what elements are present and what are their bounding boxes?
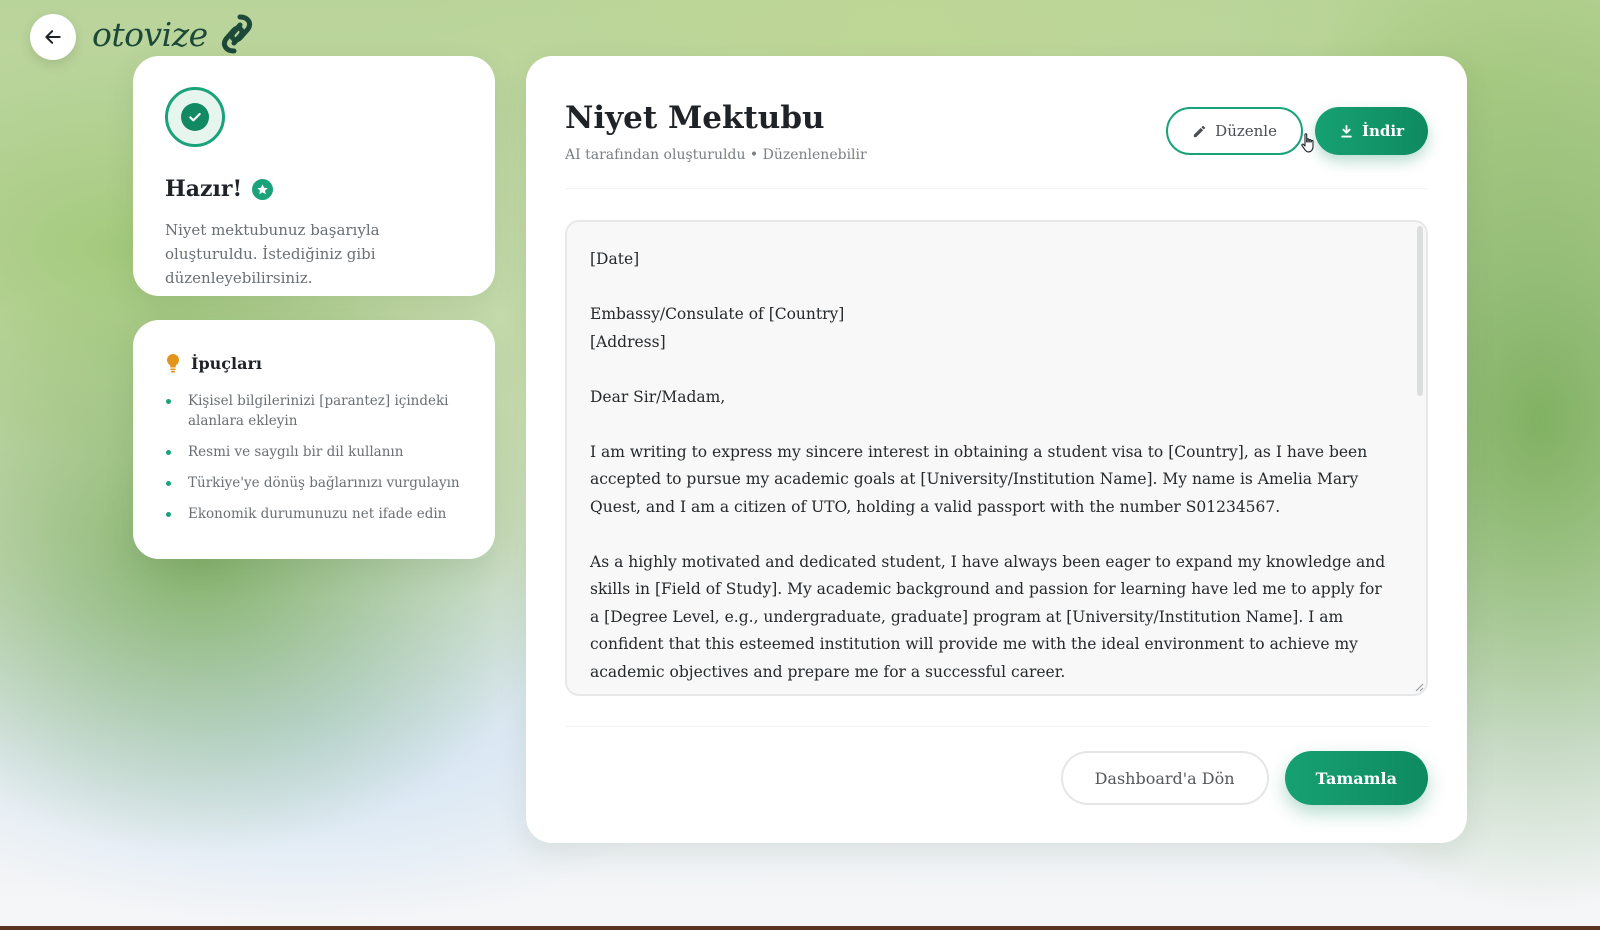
tips-title: İpuçları <box>191 353 262 373</box>
download-button-label: İndir <box>1361 122 1404 140</box>
logo[interactable]: otovize <box>92 14 256 54</box>
edit-button-label: Düzenle <box>1215 122 1277 140</box>
leaf-link-icon <box>221 14 252 54</box>
download-button[interactable]: İndir <box>1314 107 1428 155</box>
resize-handle-icon[interactable] <box>1414 682 1424 692</box>
tip-item: Resmi ve saygılı bir dil kullanın <box>165 442 463 462</box>
document-card: Niyet Mektubu AI tarafından oluşturuldu … <box>526 56 1467 843</box>
document-footer: Dashboard'a Dön Tamamla <box>565 726 1428 805</box>
pencil-icon <box>1194 125 1206 137</box>
star-badge-icon <box>252 178 274 200</box>
window-bottom-edge <box>0 926 1600 930</box>
logo-text: otovize <box>92 14 208 54</box>
lightbulb-icon <box>167 354 179 373</box>
letter-textarea[interactable]: [Date] Embassy/Consulate of [Country] [A… <box>565 220 1428 696</box>
tips-card: İpuçları Kişisel bilgilerinizi [parantez… <box>133 320 495 559</box>
document-header: Niyet Mektubu AI tarafından oluşturuldu … <box>565 56 1428 189</box>
back-button[interactable] <box>30 14 76 60</box>
document-title: Niyet Mektubu <box>565 100 825 136</box>
check-circle-icon <box>165 87 225 147</box>
arrow-left-icon <box>45 30 61 44</box>
status-description: Niyet mektubunuz başarıyla oluşturuldu. … <box>165 221 380 287</box>
edit-button[interactable]: Düzenle <box>1166 107 1303 155</box>
letter-content[interactable]: [Date] Embassy/Consulate of [Country] [A… <box>567 222 1426 694</box>
complete-button[interactable]: Tamamla <box>1284 751 1428 805</box>
status-card: Hazır! Niyet mektubunuz başarıyla oluştu… <box>133 56 495 296</box>
tip-item: Kişisel bilgilerinizi [parantez] içindek… <box>165 391 463 431</box>
dashboard-button[interactable]: Dashboard'a Dön <box>1060 751 1269 805</box>
hand-cursor-icon <box>1301 133 1314 153</box>
download-icon <box>1341 124 1352 137</box>
tip-item: Ekonomik durumunuzu net ifade edin <box>165 504 463 524</box>
tip-item: Türkiye'ye dönüş bağlarınızı vurgulayın <box>165 473 463 493</box>
status-title: Hazır! <box>165 176 243 202</box>
document-subtitle: AI tarafından oluşturuldu • Düzenlenebil… <box>565 147 867 163</box>
tips-list: Kişisel bilgilerinizi [parantez] içindek… <box>165 391 463 524</box>
scrollbar[interactable] <box>1417 226 1423 396</box>
